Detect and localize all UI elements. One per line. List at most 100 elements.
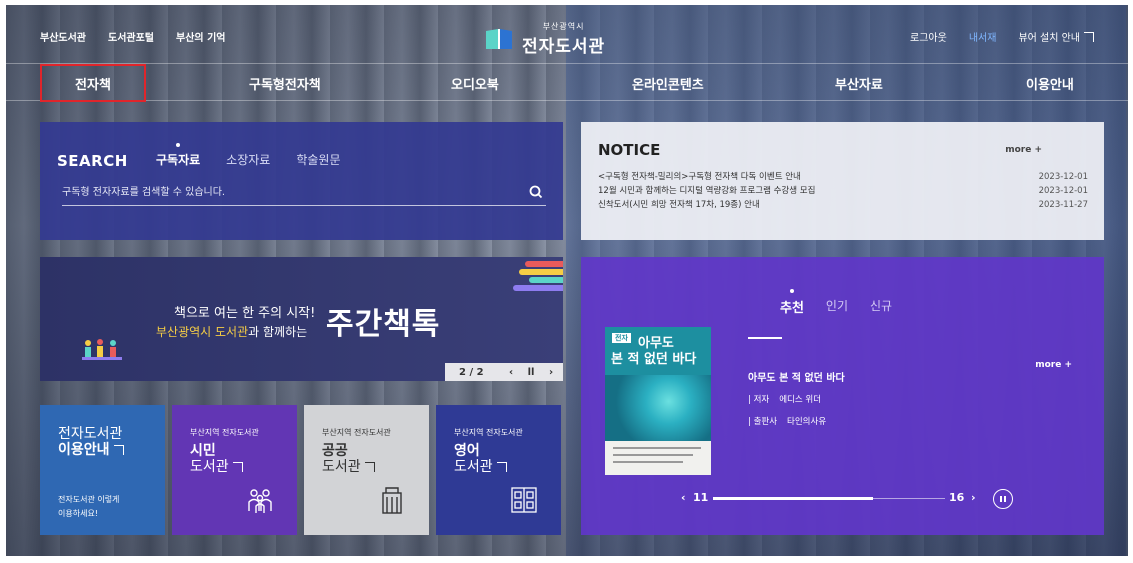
guide-tile-note2: 이용하세요! — [58, 509, 99, 518]
tile-caption: 부산지역 전자도서관 — [190, 428, 259, 437]
banner-headline: 주간책톡 — [326, 307, 441, 342]
search-field — [62, 180, 546, 206]
recommend-tab-popular[interactable]: 인기 — [826, 297, 848, 316]
cover-footer — [605, 441, 711, 475]
external-arrow-icon — [496, 462, 507, 472]
tile-subtitle-text: 도서관 — [322, 459, 361, 475]
tile-subtitle-text: 도서관 — [190, 459, 229, 475]
recommend-next-button[interactable]: › — [971, 491, 976, 504]
search-input[interactable] — [62, 180, 512, 204]
tile-subtitle-text: 도서관 — [454, 459, 493, 475]
tile-title: 영어 — [454, 443, 480, 459]
notice-item-title: <구독형 전자책-밀리의>구독형 전자책 다독 이벤트 안내 — [598, 172, 801, 182]
notice-title: NOTICE — [598, 141, 661, 159]
people-illustration-icon — [80, 337, 124, 365]
top-links: 부산도서관 도서관포털 부산의 기억 — [40, 29, 225, 44]
nav-item-subscription-ebook[interactable]: 구독형전자책 — [249, 74, 321, 93]
tile-caption: 부산지역 전자도서관 — [454, 428, 523, 437]
logo-title: 전자도서관 — [522, 37, 606, 57]
tile-subtitle: 도서관 — [454, 459, 507, 475]
main-nav: 전자책 구독형전자책 오디오북 온라인콘텐츠 부산자료 이용안내 — [6, 63, 1128, 102]
notice-panel: NOTICE more + <구독형 전자책-밀리의>구독형 전자책 다독 이벤… — [581, 122, 1104, 240]
abc-book-icon — [509, 485, 539, 515]
viewer-install-link[interactable]: 뷰어 설치 안내 — [1018, 29, 1094, 44]
my-library-link[interactable]: 내서재 — [969, 29, 997, 44]
search-tab-subscription[interactable]: 구독자료 — [156, 151, 200, 168]
guide-tile-line2: 이용안내 — [58, 439, 124, 459]
banner-line2: 부산광역시 도서관과 함께하는 — [156, 323, 307, 340]
notice-item[interactable]: <구독형 전자책-밀리의>구독형 전자책 다독 이벤트 안내 2023-12-0… — [598, 170, 1088, 184]
top-link-busan-library[interactable]: 부산도서관 — [40, 29, 86, 44]
nav-item-online-content[interactable]: 온라인콘텐츠 — [632, 74, 704, 93]
user-links: 로그아웃 내서재 뷰어 설치 안내 — [910, 29, 1094, 44]
notice-more-link[interactable]: more + — [1005, 145, 1042, 155]
banner-next-button[interactable]: › — [541, 367, 561, 378]
public-library-tile[interactable]: 부산지역 전자도서관 공공 도서관 — [304, 405, 429, 535]
pause-icon[interactable] — [993, 489, 1013, 509]
notice-item[interactable]: 12월 시민과 함께하는 디지털 역량강화 프로그램 수강생 모집 2023-1… — [598, 184, 1088, 198]
book-title[interactable]: 아무도 본 적 없던 바다 — [748, 369, 845, 384]
nav-item-guide[interactable]: 이용안내 — [1026, 74, 1074, 93]
people-icon — [245, 485, 275, 515]
recommend-prev-button[interactable]: ‹ — [681, 491, 686, 504]
citizen-library-tile[interactable]: 부산지역 전자도서관 시민 도서관 — [172, 405, 297, 535]
search-tab-holdings[interactable]: 소장자료 — [226, 151, 270, 168]
search-panel: SEARCH 구독자료 소장자료 학술원문 — [40, 122, 563, 240]
nav-item-audiobook[interactable]: 오디오북 — [451, 74, 499, 93]
weekly-book-talk-banner[interactable]: 책으로 여는 한 주의 시작! 부산광역시 도서관과 함께하는 주간책톡 2 /… — [40, 257, 563, 381]
banner-page-count: 2 / 2 — [459, 366, 484, 378]
nav-item-busan-material[interactable]: 부산자료 — [835, 74, 883, 93]
banner-line1: 책으로 여는 한 주의 시작! — [174, 306, 316, 321]
book-cover-title2: 본 적 없던 바다 — [611, 352, 697, 367]
notice-item-title: 신착도서(시민 희망 전자책 17차, 19종) 안내 — [598, 200, 760, 210]
decorative-stripes — [493, 257, 563, 297]
recommend-tab-recommended[interactable]: 추천 — [780, 297, 804, 316]
recommend-current-page: 11 — [693, 491, 709, 504]
notice-item[interactable]: 신착도서(시민 희망 전자책 17차, 19종) 안내 2023-11-27 — [598, 198, 1088, 212]
notice-item-title: 12월 시민과 함께하는 디지털 역량강화 프로그램 수강생 모집 — [598, 186, 816, 196]
viewer-install-label: 뷰어 설치 안내 — [1018, 33, 1080, 44]
recommend-pager: ‹ 11 16 › — [681, 491, 1011, 507]
search-icon[interactable] — [528, 184, 544, 200]
tile-subtitle: 도서관 — [190, 459, 243, 475]
banner-line2-rest: 과 함께하는 — [248, 325, 308, 339]
tile-title: 공공 — [322, 443, 348, 459]
building-icon — [377, 485, 407, 515]
top-link-busan-memory[interactable]: 부산의 기억 — [176, 29, 225, 44]
notice-item-date: 2023-11-27 — [1038, 200, 1088, 210]
banner-pager: 2 / 2 ‹ ll › — [445, 363, 563, 381]
notice-item-date: 2023-12-01 — [1038, 186, 1088, 196]
book-author-row: | 저자 에디스 위더 — [748, 395, 822, 405]
site-logo[interactable]: 부산광역시 전자도서관 — [484, 21, 605, 57]
logout-link[interactable]: 로그아웃 — [910, 29, 947, 44]
english-library-tile[interactable]: 부산지역 전자도서관 영어 도서관 — [436, 405, 561, 535]
banner-highlight: 부산광역시 도서관 — [156, 325, 249, 339]
guide-tile-note: 전자도서관 이렇게 이용하세요! — [58, 493, 119, 521]
book-cover[interactable]: 전자 아무도 본 적 없던 바다 — [605, 327, 711, 475]
guide-tile[interactable]: 전자도서관 이용안내 전자도서관 이렇게 이용하세요! — [40, 405, 165, 535]
author-label: 저자 — [753, 395, 770, 405]
notice-item-date: 2023-12-01 — [1038, 172, 1088, 182]
banner-pause-button[interactable]: ll — [521, 367, 541, 378]
top-link-library-portal[interactable]: 도서관포털 — [108, 29, 154, 44]
logo-subtitle: 부산광역시 — [542, 22, 585, 31]
book-publisher-row: | 출판사 타인의사유 — [748, 417, 827, 427]
cover-art — [605, 375, 711, 441]
search-tab-academic[interactable]: 학술원문 — [296, 151, 340, 168]
external-arrow-icon — [113, 445, 124, 455]
author-value: 에디스 위더 — [779, 395, 822, 405]
external-arrow-icon — [364, 462, 375, 472]
tile-title: 시민 — [190, 443, 216, 459]
book-cover-badge: 전자 — [612, 333, 631, 343]
external-arrow-icon — [232, 462, 243, 472]
background-photo: 부산도서관 도서관포털 부산의 기억 부산광역시 전자도서관 로그아웃 내서재 … — [6, 5, 1128, 556]
banner-prev-button[interactable]: ‹ — [501, 367, 521, 378]
recommend-tabs: 추천 인기 신규 — [780, 297, 892, 316]
recommend-more-link[interactable]: more + — [1035, 360, 1072, 370]
external-arrow-icon — [1084, 32, 1094, 42]
nav-item-ebook[interactable]: 전자책 — [40, 64, 146, 102]
recommend-total-pages: 16 — [949, 491, 965, 504]
recommend-tab-new[interactable]: 신규 — [870, 297, 892, 316]
recommend-panel: 추천 인기 신규 more + 전자 아무도 본 적 없던 바다 아무도 본 적… — [581, 257, 1104, 535]
notice-list: <구독형 전자책-밀리의>구독형 전자책 다독 이벤트 안내 2023-12-0… — [598, 170, 1088, 212]
